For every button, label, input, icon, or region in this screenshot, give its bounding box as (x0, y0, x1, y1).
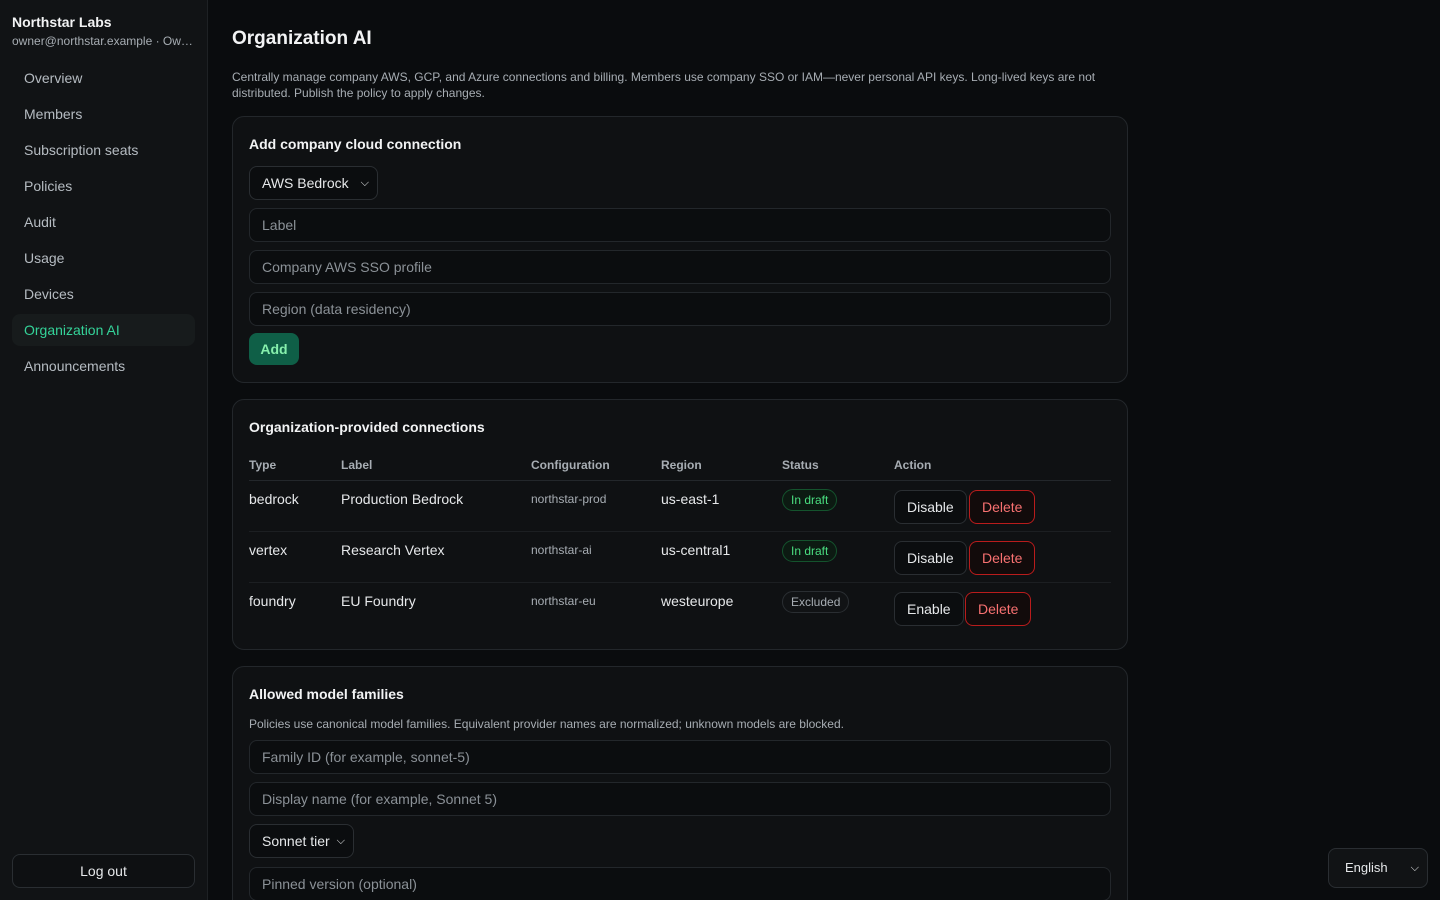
provider-select-value: AWS Bedrock (262, 175, 349, 191)
enable-button[interactable]: Enable (894, 592, 964, 626)
pinned-version-input[interactable] (249, 867, 1111, 900)
column-header-status: Status (782, 458, 819, 472)
cell-label: Production Bedrock (341, 491, 464, 507)
model-families-card: Allowed model families Policies use cano… (232, 666, 1128, 900)
family-id-input[interactable] (249, 740, 1111, 774)
model-families-title: Allowed model families (249, 686, 404, 702)
status-badge: Excluded (782, 591, 850, 613)
language-select-value: English (1345, 860, 1388, 875)
disable-button[interactable]: Disable (894, 490, 967, 524)
sidebar-item-audit[interactable]: Audit (12, 206, 195, 238)
cell-label: Research Vertex (341, 542, 445, 558)
sidebar-item-announcements[interactable]: Announcements (12, 350, 195, 382)
column-header-type: Type (249, 458, 277, 472)
sidebar-item-overview[interactable]: Overview (12, 62, 195, 94)
cell-configuration: northstar-prod (531, 492, 607, 506)
org-account: owner@northstar.example · Owner (12, 34, 198, 48)
cell-configuration: northstar-ai (531, 543, 592, 557)
logout-button[interactable]: Log out (12, 854, 195, 888)
column-header-configuration: Configuration (531, 458, 610, 472)
cell-label: EU Foundry (341, 593, 416, 609)
page-description: Centrally manage company AWS, GCP, and A… (232, 70, 1096, 100)
add-connection-title: Add company cloud connection (249, 136, 462, 152)
column-header-label: Label (341, 458, 373, 472)
sidebar-item-members[interactable]: Members (12, 98, 195, 130)
cell-configuration: northstar-eu (531, 594, 596, 608)
cell-region: westeurope (661, 593, 734, 609)
connections-title: Organization-provided connections (249, 419, 485, 435)
cell-type: foundry (249, 593, 296, 609)
delete-button[interactable]: Delete (969, 541, 1036, 575)
table-row: vertex Research Vertex northstar-ai us-c… (249, 532, 1111, 583)
delete-button[interactable]: Delete (969, 490, 1036, 524)
status-badge: In draft (782, 540, 838, 562)
tier-select[interactable]: Sonnet tier ⌵ (249, 824, 354, 858)
sidebar-item-policies[interactable]: Policies (12, 170, 195, 202)
sidebar-item-usage[interactable]: Usage (12, 242, 195, 274)
chevron-down-icon: ⌵ (360, 177, 369, 189)
sso-profile-input[interactable] (249, 250, 1111, 284)
chevron-down-icon: ⌵ (336, 835, 345, 847)
table-row: foundry EU Foundry northstar-eu westeuro… (249, 583, 1111, 634)
page-title: Organization AI (232, 28, 372, 49)
label-input[interactable] (249, 208, 1111, 242)
sidebar-nav: Overview Members Subscription seats Poli… (12, 62, 195, 386)
provider-select[interactable]: AWS Bedrock ⌵ (249, 166, 378, 200)
language-select[interactable]: English ⌵ (1328, 848, 1428, 888)
column-header-action: Action (894, 458, 932, 472)
chevron-down-icon: ⌵ (1410, 862, 1419, 874)
sidebar-item-subscription-seats[interactable]: Subscription seats (12, 134, 195, 166)
column-header-region: Region (661, 458, 702, 472)
sidebar: Northstar Labs owner@northstar.example ·… (0, 0, 208, 900)
table-row: bedrock Production Bedrock northstar-pro… (249, 481, 1111, 532)
status-badge: In draft (782, 489, 838, 511)
tier-select-value: Sonnet tier (262, 833, 330, 849)
sidebar-item-organization-ai[interactable]: Organization AI (12, 314, 195, 346)
cell-type: bedrock (249, 491, 299, 507)
sidebar-item-devices[interactable]: Devices (12, 278, 195, 310)
cell-region: us-east-1 (661, 491, 720, 507)
disable-button[interactable]: Disable (894, 541, 967, 575)
cell-region: us-central1 (661, 542, 731, 558)
display-name-input[interactable] (249, 782, 1111, 816)
cell-type: vertex (249, 542, 288, 558)
connections-card: Organization-provided connections Type L… (232, 399, 1128, 650)
add-connection-button[interactable]: Add (249, 333, 299, 365)
delete-button[interactable]: Delete (965, 592, 1032, 626)
org-name: Northstar Labs (12, 14, 112, 30)
add-connection-card: Add company cloud connection AWS Bedrock… (232, 116, 1128, 383)
region-input[interactable] (249, 292, 1111, 326)
model-families-description: Policies use canonical model families. E… (249, 717, 844, 731)
